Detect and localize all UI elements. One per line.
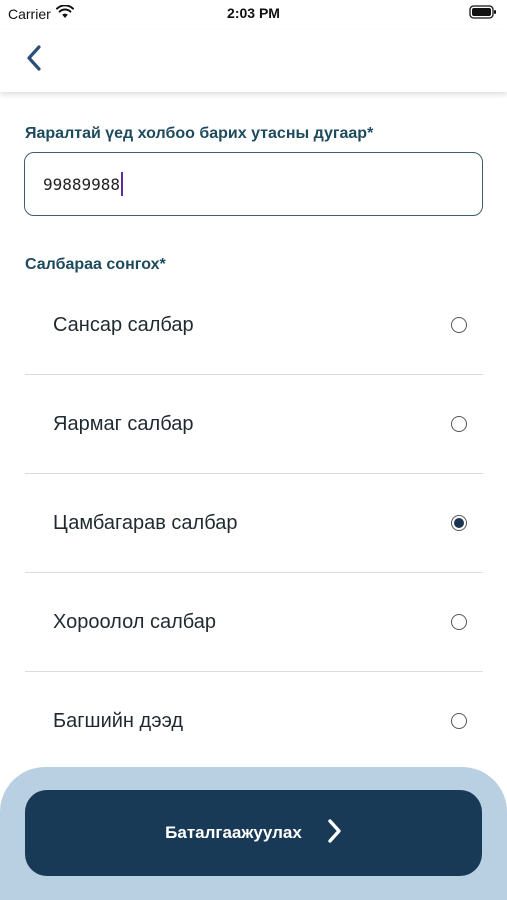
nav-bar [0, 30, 507, 92]
radio-button[interactable] [451, 614, 467, 630]
branch-option-khoroolol[interactable]: Хороолол салбар [25, 573, 483, 672]
branch-option-sansar[interactable]: Сансар салбар [25, 276, 483, 375]
branch-list: Сансар салбар Яармаг салбар Цамбагарав с… [25, 276, 483, 770]
confirm-button-label: Баталгаажуулах [165, 823, 302, 842]
emergency-phone-input[interactable]: 99889988 [24, 152, 483, 216]
branch-option-label: Хороолол салбар [53, 610, 217, 633]
branch-option-bagshiin-deed[interactable]: Багшийн дээд [25, 672, 483, 770]
radio-button[interactable] [451, 713, 467, 729]
radio-button[interactable] [451, 317, 467, 333]
branch-option-label: Цамбагарав салбар [53, 511, 238, 534]
text-caret [121, 172, 124, 196]
radio-button-selected[interactable] [451, 515, 467, 531]
chevron-left-icon [26, 44, 42, 76]
back-button[interactable] [18, 44, 50, 76]
status-time: 2:03 PM [227, 5, 280, 21]
bottom-action-panel: Баталгаажуулах [0, 767, 507, 900]
branch-field-label: Салбараа сонгох* [25, 256, 166, 273]
phone-input-value: 99889988 [43, 174, 121, 194]
battery-icon [469, 5, 497, 22]
confirm-button[interactable]: Баталгаажуулах [25, 790, 482, 876]
screen: Carrier 2:03 PM Яаралтай үед холбоо бари… [0, 0, 507, 900]
phone-field-label: Яаралтай үед холбоо барих утасны дугаар* [25, 125, 374, 142]
branch-option-label: Яармаг салбар [53, 412, 194, 435]
branch-option-label: Багшийн дээд [53, 709, 184, 732]
radio-selected-dot [454, 518, 464, 528]
status-bar: Carrier 2:03 PM [0, 0, 507, 30]
branch-option-yarmag[interactable]: Яармаг салбар [25, 375, 483, 474]
branch-option-label: Сансар салбар [53, 313, 194, 336]
branch-option-tsambagarav[interactable]: Цамбагарав салбар [25, 474, 483, 573]
radio-button[interactable] [451, 416, 467, 432]
chevron-right-icon [326, 818, 342, 848]
